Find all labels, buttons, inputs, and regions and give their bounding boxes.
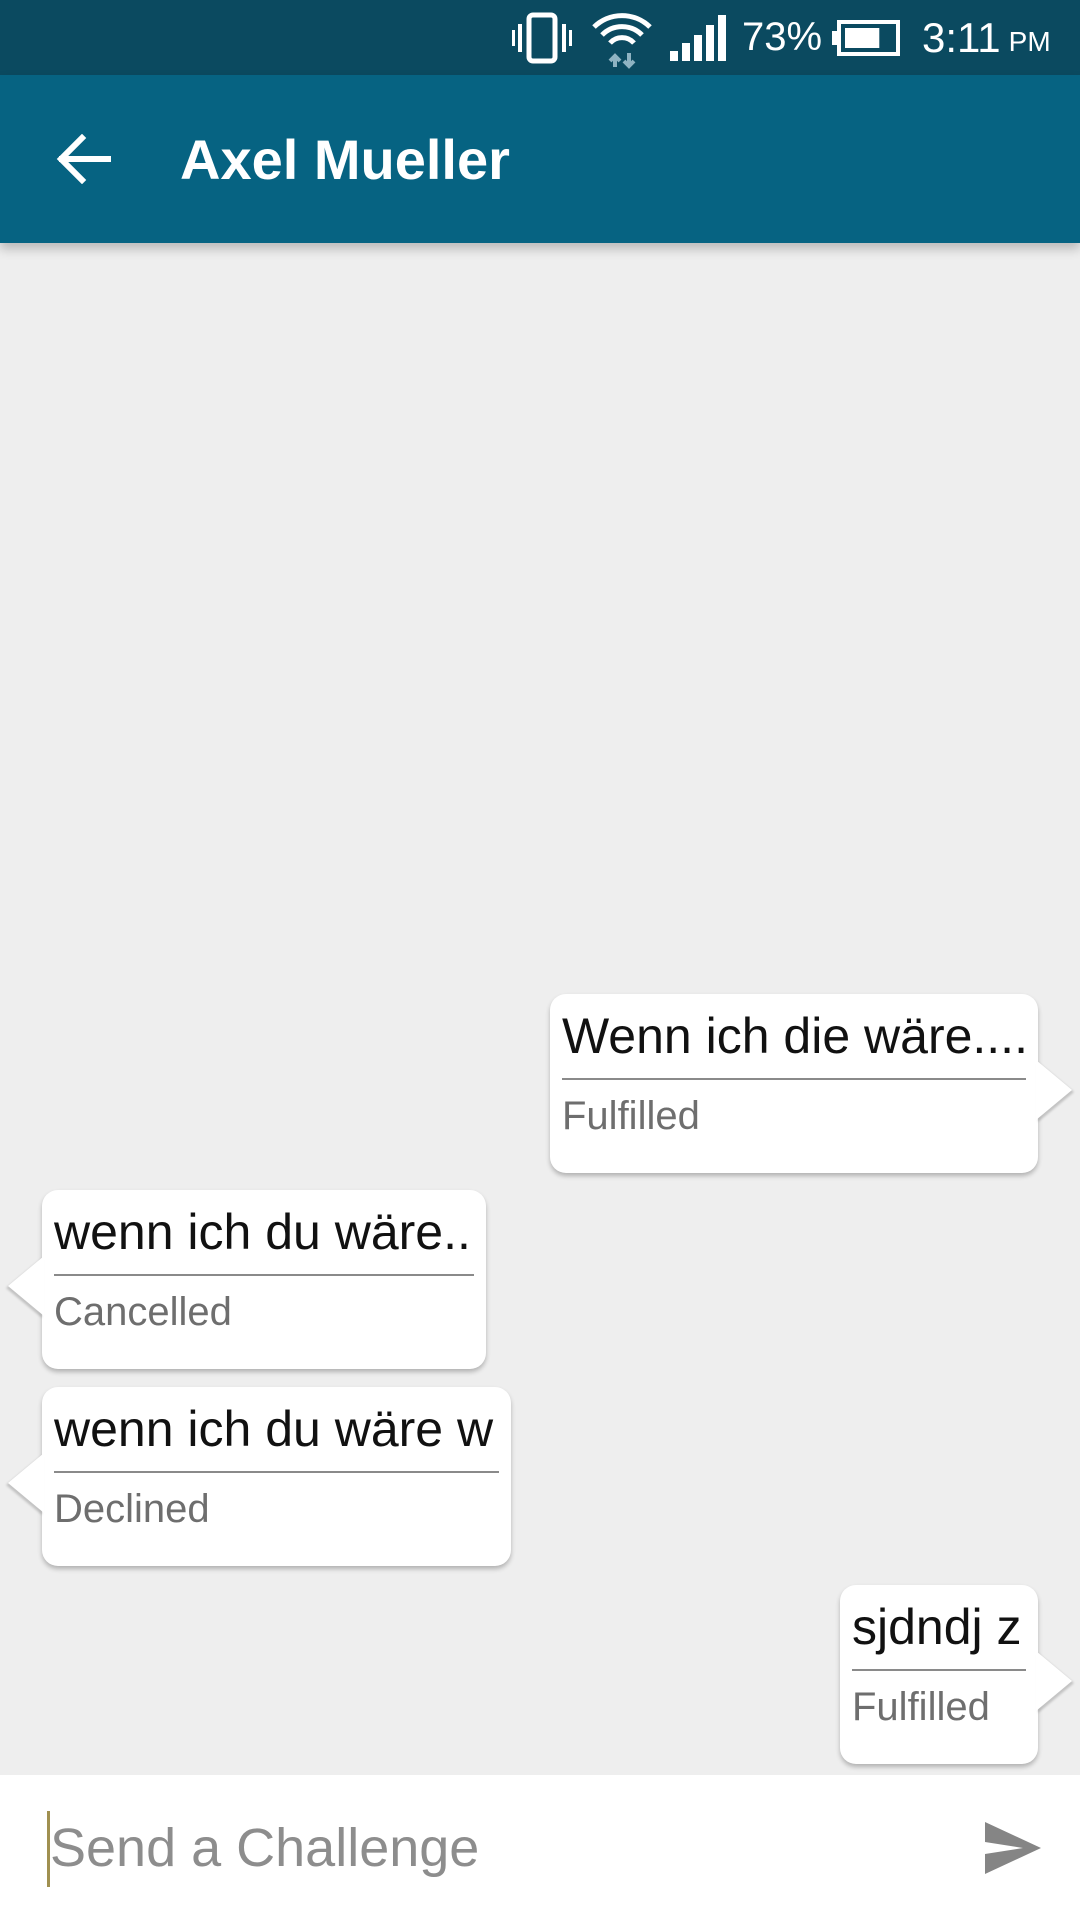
battery-percent: 73% — [742, 15, 823, 59]
message-text: wenn ich du wäre w — [54, 1395, 499, 1473]
message-status: Fulfilled — [852, 1685, 990, 1729]
status-clock: 3:11 PM — [922, 0, 1051, 75]
wifi-icon — [590, 0, 654, 75]
message-status: Declined — [54, 1487, 210, 1531]
battery-icon — [832, 0, 900, 75]
bubble-tail — [1036, 1060, 1072, 1120]
challenge-input[interactable] — [46, 1805, 930, 1891]
signal-icon — [668, 0, 728, 75]
send-button[interactable] — [970, 1805, 1056, 1891]
page-title: Axel Mueller — [180, 127, 510, 191]
arrow-left-icon — [56, 134, 111, 184]
status-bar: 73% 3:11 PM — [0, 0, 1080, 75]
composer-bar — [0, 1775, 1080, 1920]
message-bubble-sent[interactable]: sjdndj z Fulfilled — [840, 1585, 1072, 1764]
bubble-tail — [8, 1256, 44, 1316]
message-list[interactable]: Wenn ich die wäre.... Fulfilled wenn ich… — [0, 243, 1080, 1775]
message-text: sjdndj z — [852, 1593, 1026, 1671]
app-bar: Axel Mueller — [0, 75, 1080, 243]
message-bubble-received[interactable]: wenn ich du wäre.. Cancelled — [8, 1190, 486, 1369]
message-bubble-received[interactable]: wenn ich du wäre w Declined — [8, 1387, 511, 1566]
vibrate-icon — [512, 0, 572, 75]
bubble-tail — [8, 1453, 44, 1513]
bubble-tail — [1036, 1651, 1072, 1711]
message-text: wenn ich du wäre.. — [54, 1198, 474, 1276]
clock-time: 3:11 — [922, 13, 1001, 61]
message-text: Wenn ich die wäre.... — [562, 1002, 1026, 1080]
message-status: Fulfilled — [562, 1094, 700, 1138]
message-status: Cancelled — [54, 1290, 232, 1334]
clock-ampm: PM — [1008, 25, 1051, 57]
back-button[interactable] — [44, 119, 124, 199]
chat-screen: 73% 3:11 PM Axel Mueller Wenn ich die wär… — [0, 0, 1080, 1920]
send-icon — [985, 1822, 1041, 1874]
message-bubble-sent[interactable]: Wenn ich die wäre.... Fulfilled — [550, 994, 1072, 1173]
